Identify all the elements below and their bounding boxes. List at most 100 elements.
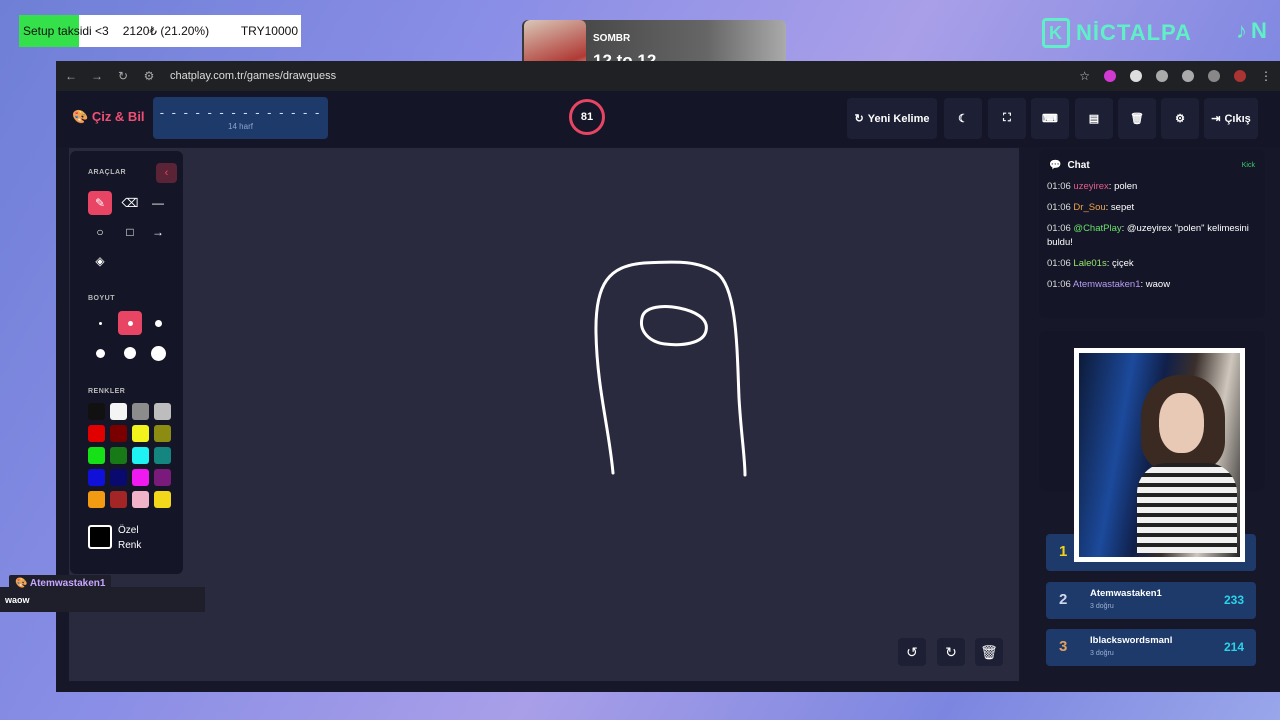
color-swatch[interactable] xyxy=(110,403,127,420)
tiktok-icon: ♪ xyxy=(1236,18,1247,43)
eraser-tool[interactable]: ⌫ xyxy=(118,191,142,215)
address-bar[interactable]: chatplay.com.tr/games/drawguess xyxy=(170,70,336,82)
tiktok-tail: N xyxy=(1251,18,1267,43)
color-swatch[interactable] xyxy=(154,491,171,508)
chat-bubble-icon: 💬 xyxy=(1049,159,1062,171)
refresh-icon: ↻ xyxy=(854,113,864,125)
color-swatch[interactable] xyxy=(154,447,171,464)
brush-tool[interactable]: ✎ xyxy=(88,191,112,215)
brand-k-icon: K xyxy=(1042,18,1070,48)
color-swatch[interactable] xyxy=(110,469,127,486)
chat-message: 01:06 uzeyirex: polen xyxy=(1047,181,1138,192)
color-swatch[interactable] xyxy=(132,425,149,442)
undo-icon: ↺ xyxy=(906,643,918,660)
circle-icon: ○ xyxy=(96,225,104,239)
circle-tool[interactable]: ○ xyxy=(88,220,112,244)
chevron-left-icon: ‹ xyxy=(164,167,169,179)
size-option[interactable] xyxy=(118,311,142,335)
now-playing-artist: SOMBR xyxy=(593,33,631,44)
brush-icon: ✎ xyxy=(94,196,106,210)
bookmark-star-icon[interactable]: ☆ xyxy=(1079,69,1090,83)
drawing-canvas[interactable] xyxy=(69,148,1019,681)
chat-text: waow xyxy=(1145,279,1171,290)
extension-icon[interactable] xyxy=(1104,70,1116,82)
line-tool[interactable]: — xyxy=(146,191,170,215)
color-swatch[interactable] xyxy=(132,447,149,464)
size-option[interactable] xyxy=(88,341,112,365)
keyboard-button[interactable]: ⌨ xyxy=(1031,98,1069,139)
app-title[interactable]: 🎨 Çiz & Bil xyxy=(72,109,145,125)
drawing-outline-stroke xyxy=(594,260,747,477)
streamer-webcam xyxy=(1074,348,1245,562)
new-word-button[interactable]: ↻ Yeni Kelime xyxy=(847,98,937,139)
moon-icon: ☾ xyxy=(958,113,968,125)
word-letter-count: 14 harf xyxy=(228,122,253,131)
size-option[interactable] xyxy=(88,311,112,335)
color-swatch[interactable] xyxy=(154,403,171,420)
color-swatch[interactable] xyxy=(88,469,105,486)
site-info-icon[interactable]: ⚙ xyxy=(142,69,156,83)
secret-word-box: - - - - - - - - - - - - - - 14 harf xyxy=(153,97,328,139)
tools-section-label: ARAÇLAR xyxy=(88,169,127,176)
app-header: 🎨 Çiz & Bil - - - - - - - - - - - - - - … xyxy=(56,91,1280,147)
extension-icon[interactable] xyxy=(1156,70,1168,82)
fill-tool[interactable]: ◈ xyxy=(88,249,112,273)
color-swatch[interactable] xyxy=(88,425,105,442)
exit-button[interactable]: ⇥ Çıkış xyxy=(1204,98,1258,139)
back-icon[interactable]: ← xyxy=(64,69,78,83)
chat-username[interactable]: @ChatPlay xyxy=(1073,223,1121,234)
undo-button[interactable]: ↺ xyxy=(898,638,926,666)
chat-username[interactable]: Atemwastaken1 xyxy=(1073,279,1141,290)
collapse-tools-button[interactable]: ‹ xyxy=(156,163,177,183)
expand-icon: ⛶ xyxy=(1003,112,1011,124)
color-swatch[interactable] xyxy=(88,447,105,464)
chat-source-badge: Kick xyxy=(1241,161,1255,169)
menu-kebab-icon[interactable]: ⋮ xyxy=(1260,69,1272,83)
custom-color-swatch[interactable] xyxy=(88,525,112,549)
chat-time: 01:06 xyxy=(1047,279,1071,290)
color-swatch[interactable] xyxy=(132,403,149,420)
leaderboard-rank: 2 xyxy=(1059,591,1068,608)
color-swatch[interactable] xyxy=(88,403,105,420)
color-swatch[interactable] xyxy=(110,425,127,442)
arrow-tool[interactable]: → xyxy=(146,220,170,244)
size-option[interactable] xyxy=(146,341,170,365)
round-timer: 81 xyxy=(569,99,605,135)
profile-avatar[interactable] xyxy=(1234,70,1246,82)
eraser-icon: ⌫ xyxy=(121,196,139,210)
color-swatch[interactable] xyxy=(132,491,149,508)
redo-button[interactable]: ↻ xyxy=(937,638,965,666)
size-option[interactable] xyxy=(146,311,170,335)
extension-icon[interactable] xyxy=(1130,70,1142,82)
leaderboard-name: Atemwastaken1 xyxy=(1090,588,1162,599)
size-option[interactable] xyxy=(118,341,142,365)
archive-button[interactable]: ▤ xyxy=(1075,98,1113,139)
stream-chat-user: 🎨 Atemwastaken1 xyxy=(9,575,112,592)
forward-icon[interactable]: → xyxy=(90,69,104,83)
fullscreen-button[interactable]: ⛶ xyxy=(988,98,1026,139)
archive-icon: ▤ xyxy=(1088,113,1100,125)
reload-icon[interactable]: ↻ xyxy=(116,69,130,83)
color-swatch[interactable] xyxy=(154,425,171,442)
leaderboard-name: Iblackswordsmanl xyxy=(1090,635,1173,646)
chat-time: 01:06 xyxy=(1047,202,1071,213)
settings-button[interactable]: ⚙ xyxy=(1161,98,1199,139)
color-swatch[interactable] xyxy=(132,469,149,486)
extensions-puzzle-icon[interactable] xyxy=(1182,70,1194,82)
keyboard-icon: ⌨ xyxy=(1042,113,1058,125)
rectangle-tool[interactable]: □ xyxy=(118,220,142,244)
chat-username[interactable]: Dr_Sou xyxy=(1073,202,1105,213)
color-swatch[interactable] xyxy=(154,469,171,486)
tiktok-logo: ♪ N xyxy=(1236,18,1267,44)
color-swatch[interactable] xyxy=(110,491,127,508)
app-title-text: Çiz & Bil xyxy=(91,109,145,124)
chat-username[interactable]: uzeyirex xyxy=(1073,181,1108,192)
dark-mode-button[interactable]: ☾ xyxy=(944,98,982,139)
clear-button[interactable]: 🗑 xyxy=(1118,98,1156,139)
color-swatch[interactable] xyxy=(88,491,105,508)
goal-target: TRY10000 xyxy=(240,24,298,38)
color-swatch[interactable] xyxy=(110,447,127,464)
split-icon[interactable] xyxy=(1208,70,1220,82)
chat-username[interactable]: Lale01s xyxy=(1073,258,1106,269)
clear-canvas-button[interactable]: 🗑 xyxy=(975,638,1003,666)
